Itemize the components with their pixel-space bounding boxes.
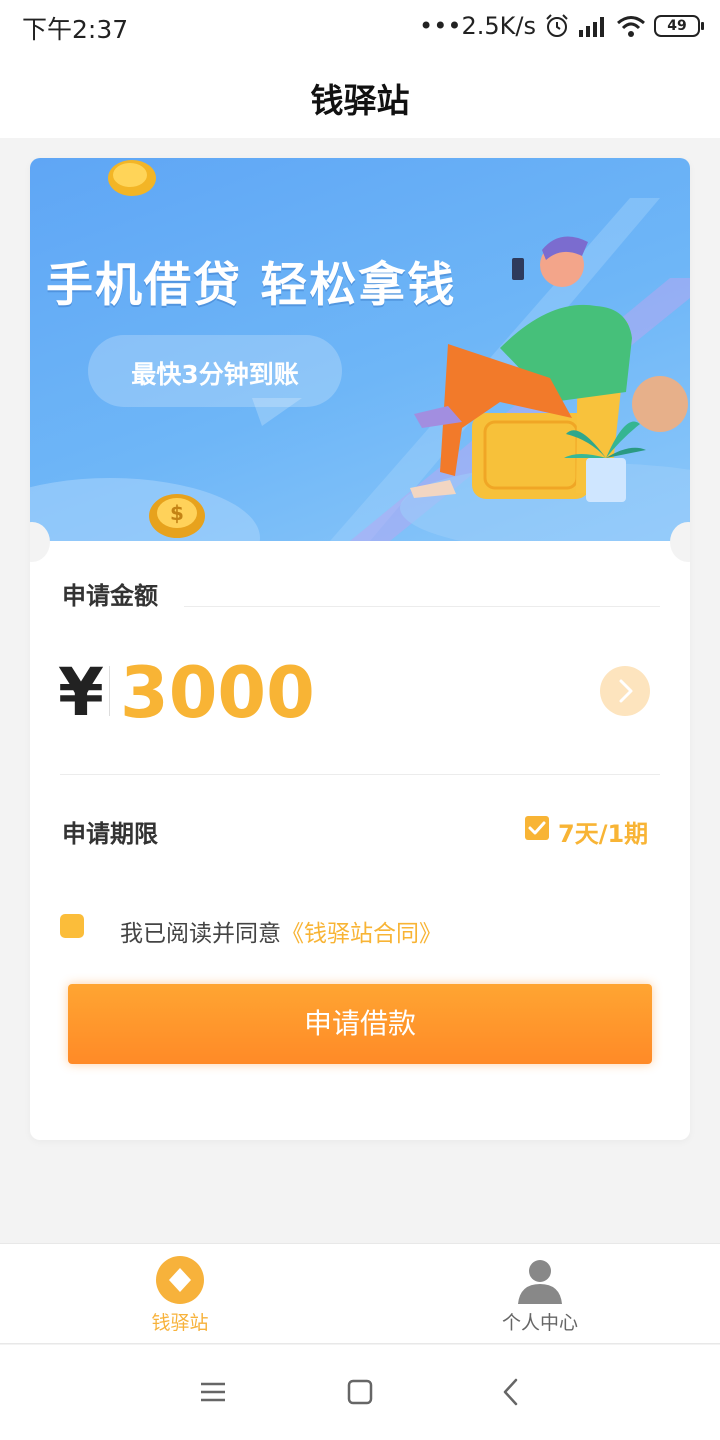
home-square-icon[interactable] — [345, 1377, 375, 1407]
wifi-icon — [617, 16, 645, 37]
check-icon — [528, 821, 546, 835]
period-value[interactable]: 7天/1期 — [558, 814, 648, 849]
amount-label: 申请金额 — [62, 582, 158, 610]
status-bar: 下午2:37 •••2.5K/s 49 — [0, 0, 720, 54]
status-icons: •••2.5K/s 49 — [419, 10, 704, 42]
promo-banner[interactable]: $ 手机借贷 轻松拿钱 最快3分钟到账 — [30, 158, 690, 541]
banner-subtitle: 最快3分钟到账 — [131, 360, 299, 389]
chevron-right-icon — [619, 679, 633, 703]
loan-card: $ 手机借贷 轻松拿钱 最快3分钟到账 申请金额 ¥ 3000 申请期限 7天/… — [30, 158, 690, 1140]
amount-value[interactable]: 3000 — [120, 652, 315, 734]
tab-profile-label: 个人中心 — [501, 1312, 578, 1334]
svg-text:$: $ — [170, 501, 184, 525]
agreement-prefix: 我已阅读并同意 — [120, 921, 281, 947]
tab-profile[interactable]: 个人中心 — [440, 1244, 640, 1344]
tab-home[interactable]: 钱驿站 — [80, 1244, 280, 1344]
battery-indicator: 49 — [654, 15, 704, 37]
person-icon — [518, 1260, 562, 1304]
diamond-icon — [156, 1256, 204, 1304]
banner-headline: 手机借贷 轻松拿钱 — [46, 258, 457, 313]
net-speed: •••2.5K/s — [419, 12, 536, 40]
section-divider — [60, 774, 660, 775]
app-header: 钱驿站 — [0, 54, 720, 138]
period-checkbox[interactable] — [525, 816, 549, 840]
tab-home-label: 钱驿站 — [151, 1312, 209, 1334]
page-title: 钱驿站 — [310, 81, 410, 120]
agreement-checkbox[interactable] — [60, 914, 84, 938]
back-icon[interactable] — [497, 1377, 527, 1407]
bubble-tail — [252, 398, 302, 426]
currency-divider — [109, 666, 110, 716]
alarm-icon — [546, 14, 568, 37]
agreement-text: 我已阅读并同意《钱驿站合同》 — [120, 914, 442, 948]
amount-divider — [184, 606, 660, 607]
status-time: 下午2:37 — [22, 15, 129, 44]
period-label: 申请期限 — [62, 820, 158, 848]
currency-symbol: ¥ — [58, 654, 104, 731]
signal-icon — [579, 17, 604, 37]
contract-link[interactable]: 《钱驿站合同》 — [281, 921, 442, 947]
ticket-scallop-edge — [30, 1120, 690, 1140]
apply-loan-button[interactable]: 申请借款 — [68, 984, 652, 1064]
amount-select-button[interactable] — [600, 666, 650, 716]
system-nav-bar — [0, 1345, 720, 1440]
menu-icon[interactable] — [198, 1377, 228, 1407]
bottom-tab-bar: 钱驿站 个人中心 — [0, 1243, 720, 1344]
